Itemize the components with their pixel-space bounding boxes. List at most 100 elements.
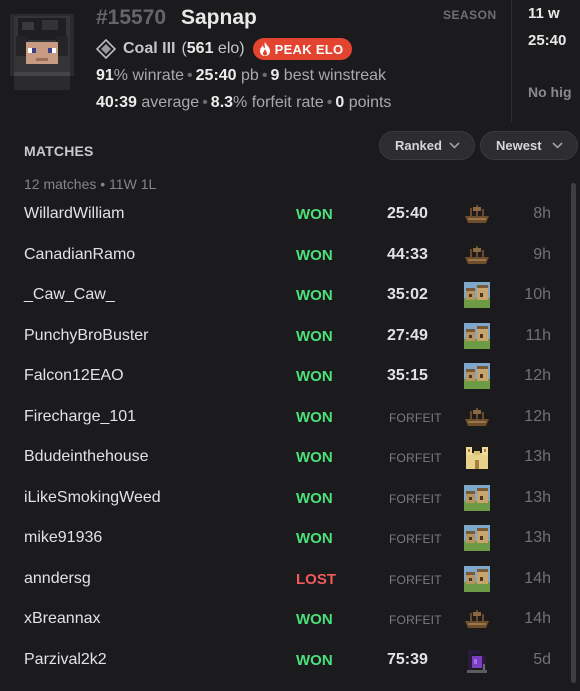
peak-elo-badge: PEAK ELO: [252, 38, 353, 60]
forfeit-rate-value: 8.3: [210, 94, 234, 111]
match-row[interactable]: iLikeSmokingWeed WON FORFEIT 13h: [0, 478, 565, 519]
opponent-name[interactable]: WillardWilliam: [24, 205, 124, 223]
winstreak-value: 9: [270, 67, 280, 84]
chevron-down-icon: [552, 142, 563, 149]
desert-temple-seed-icon: [466, 447, 488, 469]
coal-rank-icon: [96, 39, 116, 59]
match-time: 35:02: [387, 286, 428, 303]
rank-name: Coal III: [123, 40, 176, 57]
player-name: Sapnap: [181, 6, 257, 29]
match-forfeit-label: FORFEIT: [389, 451, 442, 465]
shipwreck-seed-icon: [465, 205, 489, 223]
village-seed-icon: [464, 484, 490, 511]
opponent-name[interactable]: xBreannax: [24, 610, 101, 628]
match-time: 75:39: [387, 650, 428, 668]
match-age: 14h: [524, 610, 551, 627]
match-forfeit-label: FORFEIT: [389, 410, 442, 425]
village-seed-icon: [464, 525, 490, 551]
points-value: 0: [335, 94, 345, 111]
match-result: WON: [296, 287, 333, 304]
match-row[interactable]: _Caw_Caw_ WON 35:02 10h: [0, 275, 565, 316]
match-row[interactable]: CanadianRamo WON 44:33 9h: [0, 235, 565, 276]
pb-value: 25:40: [195, 67, 237, 84]
scrollbar[interactable]: [571, 183, 576, 683]
match-row[interactable]: Falcon12EAO WON 35:15 12h: [0, 356, 565, 397]
match-row[interactable]: mike91936 WON FORFEIT 13h: [0, 518, 565, 559]
opponent-name[interactable]: Firecharge_101: [24, 408, 136, 426]
match-age: 9h: [533, 245, 551, 263]
ruined-portal-seed-icon: [467, 649, 487, 673]
match-time: 35:15: [387, 367, 428, 384]
match-result: WON: [296, 206, 333, 223]
match-result: WON: [296, 408, 333, 426]
match-age: 12h: [524, 407, 551, 425]
sort-value: Newest: [496, 138, 542, 153]
match-result: WON: [296, 489, 333, 507]
stats-line-2: 40:39 average • 8.3% forfeit rate • 0 points: [96, 94, 392, 111]
match-row[interactable]: Firecharge_101 WON FORFEIT 12h: [0, 397, 565, 438]
match-age: 11h: [525, 326, 551, 344]
match-time: 27:49: [387, 326, 428, 344]
opponent-name[interactable]: _Caw_Caw_: [24, 286, 115, 304]
average-label: average: [136, 94, 200, 111]
season-stats-panel: 11 w 25:40 No hig: [511, 0, 580, 122]
match-age: 5d: [533, 650, 551, 668]
sort-dropdown[interactable]: Newest: [480, 131, 578, 160]
winstreak-label: best winstreak: [279, 67, 387, 84]
average-value: 40:39: [96, 94, 137, 111]
shipwreck-seed-icon: [465, 245, 489, 264]
match-type-dropdown[interactable]: Ranked: [379, 131, 475, 160]
match-row[interactable]: Parzival2k2 WON 75:39 5d: [0, 640, 565, 681]
match-forfeit-label: FORFEIT: [389, 532, 442, 546]
match-type-value: Ranked: [395, 138, 442, 153]
opponent-name[interactable]: Falcon12EAO: [24, 367, 124, 385]
matches-heading: MATCHES: [24, 143, 94, 159]
opponent-name[interactable]: PunchyBroBuster: [24, 327, 149, 345]
match-result: WON: [296, 651, 333, 669]
opponent-name[interactable]: CanadianRamo: [24, 246, 135, 264]
player-id: #15570: [96, 6, 167, 29]
chevron-down-icon: [449, 142, 460, 149]
season-wins: 11 w: [528, 5, 560, 22]
elo-suffix: elo): [213, 40, 245, 57]
match-row[interactable]: anndersg LOST FORFEIT 14h: [0, 559, 565, 600]
match-age: 12h: [524, 367, 551, 384]
match-result: WON: [296, 611, 333, 628]
peak-elo-label: PEAK ELO: [274, 41, 344, 57]
match-age: 10h: [524, 286, 551, 303]
match-age: 14h: [524, 569, 551, 587]
shipwreck-seed-icon: [465, 407, 489, 426]
matches-summary: 12 matches • 11W 1L: [24, 176, 157, 192]
match-age: 13h: [524, 448, 551, 465]
forfeit-rate-label: % forfeit rate: [233, 94, 324, 111]
match-row[interactable]: PunchyBroBuster WON 27:49 11h: [0, 316, 565, 357]
opponent-name[interactable]: mike91936: [24, 529, 102, 547]
winrate-value: 91: [96, 67, 114, 84]
season-label: SEASON: [443, 8, 497, 22]
winrate-label: % winrate: [113, 67, 185, 84]
season-pb: 25:40: [528, 32, 567, 49]
match-row[interactable]: xBreannax WON FORFEIT 14h: [0, 599, 565, 640]
match-age: 13h: [524, 488, 551, 506]
opponent-name[interactable]: Parzival2k2: [24, 651, 107, 669]
match-result: LOST: [296, 570, 336, 588]
elo-value: 561: [186, 40, 214, 57]
village-seed-icon: [464, 565, 490, 592]
opponent-name[interactable]: anndersg: [24, 570, 91, 588]
match-forfeit-label: FORFEIT: [389, 613, 442, 627]
opponent-name[interactable]: Bdudeinthehouse: [24, 448, 149, 466]
match-result: WON: [296, 246, 333, 264]
match-time: 44:33: [387, 245, 428, 263]
shipwreck-seed-icon: [465, 610, 489, 628]
match-result: WON: [296, 449, 333, 466]
match-result: WON: [296, 530, 333, 547]
match-forfeit-label: FORFEIT: [389, 491, 442, 506]
match-result: WON: [296, 327, 333, 345]
player-avatar: [10, 14, 74, 90]
match-row[interactable]: Bdudeinthehouse WON FORFEIT 13h: [0, 437, 565, 478]
match-row[interactable]: WillardWilliam WON 25:40 8h: [0, 194, 565, 235]
opponent-name[interactable]: iLikeSmokingWeed: [24, 489, 161, 507]
stats-line-1: 91% winrate • 25:40 pb • 9 best winstreak: [96, 67, 387, 84]
village-seed-icon: [464, 363, 490, 389]
flame-icon: [259, 42, 270, 56]
